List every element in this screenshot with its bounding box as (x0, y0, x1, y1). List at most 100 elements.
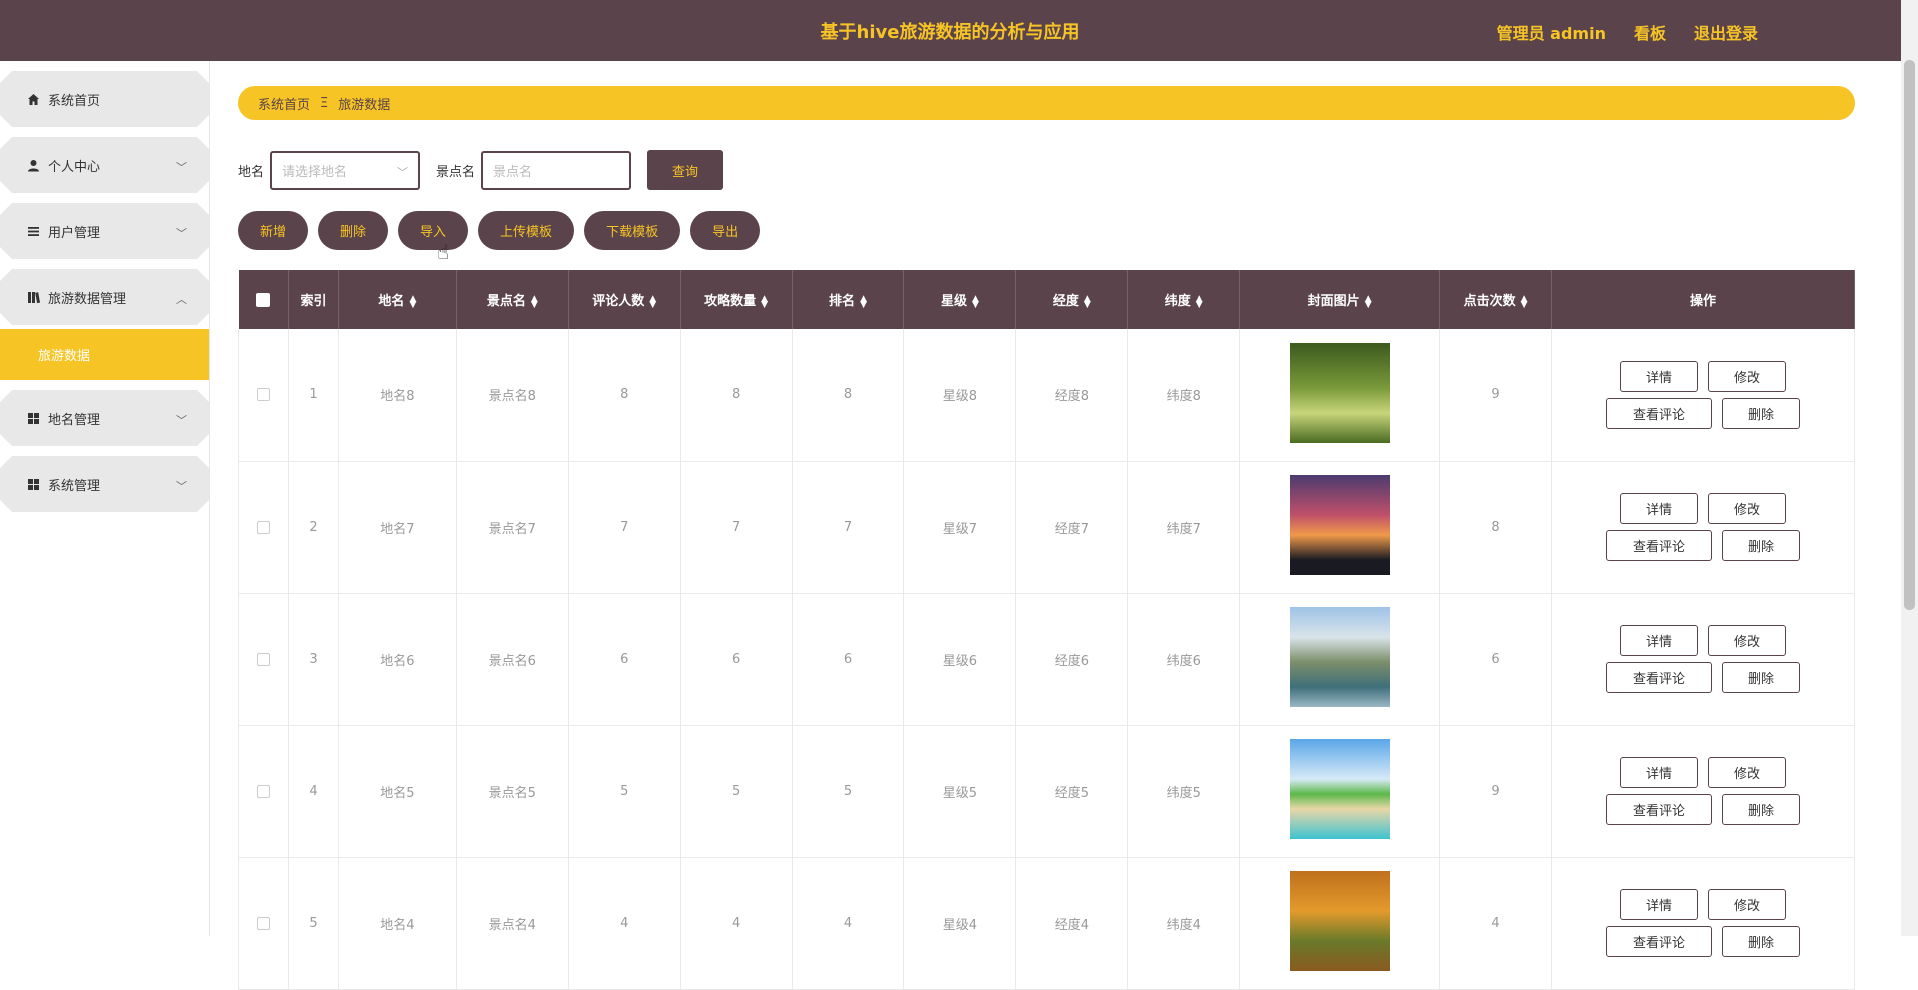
cell-clicks: 6 (1439, 593, 1552, 726)
table-row: 1 地名8 景点名8 8 8 8 星级8 经度8 纬度8 9 详情 修改 查看评论 删除 (238, 329, 1855, 462)
import-button[interactable]: 导入 (398, 211, 469, 250)
view-comments-button[interactable]: 查看评论 (1606, 397, 1712, 429)
board-link[interactable]: 看板 (1634, 20, 1666, 44)
detail-button[interactable]: 详情 (1620, 493, 1698, 524)
cell-index: 2 (288, 461, 339, 594)
sort-icon[interactable]: ▲ ▼ (649, 294, 656, 309)
sidebar-item-profile[interactable]: 个人中心 ﹀ (0, 137, 209, 193)
sidebar-item-users[interactable]: 用户管理 ﹀ (0, 203, 209, 259)
cover-image[interactable] (1289, 607, 1390, 707)
edit-button[interactable]: 修改 (1708, 625, 1786, 656)
row-delete-button[interactable]: 删除 (1722, 530, 1800, 561)
cell-rank: 5 (792, 725, 905, 858)
sidebar-item-places[interactable]: 地名管理 ﹀ (0, 390, 209, 446)
cell-clicks: 8 (1439, 461, 1552, 594)
col-header[interactable]: 封面图片 ▲ ▼ (1239, 270, 1441, 329)
table-header-row: 索引 地名 ▲ ▼ 景点名 ▲ ▼ 评论人数 ▲ ▼ 攻略数量 ▲ ▼ 排名 ▲ ▼ 星级 ▲ ▼ 经度… (238, 270, 1855, 329)
row-checkbox[interactable] (238, 461, 289, 594)
cover-image[interactable] (1289, 739, 1390, 839)
table-row: 4 地名5 景点名5 5 5 5 星级5 经度5 纬度5 9 详情 修改 查看评论 删除 (238, 725, 1855, 858)
detail-button[interactable]: 详情 (1620, 889, 1698, 920)
export-button[interactable]: 导出 (690, 211, 761, 250)
sidebar-subitem-travel-data[interactable]: 旅游数据 (0, 329, 209, 380)
row-checkbox[interactable] (238, 857, 289, 990)
cell-index: 5 (288, 857, 339, 990)
sidebar-item-label: 旅游数据管理 (48, 291, 127, 307)
edit-button[interactable]: 修改 (1708, 889, 1786, 920)
scrollbar-thumb[interactable] (1904, 60, 1915, 610)
col-header[interactable]: 地名 ▲ ▼ (338, 270, 457, 329)
sort-icon[interactable]: ▲ ▼ (761, 294, 768, 309)
col-header[interactable]: 点击次数 ▲ ▼ (1439, 270, 1552, 329)
view-comments-button[interactable]: 查看评论 (1606, 662, 1712, 693)
detail-button[interactable]: 详情 (1620, 625, 1698, 656)
place-select[interactable]: 请选择地名 ﹀ (270, 150, 421, 190)
cell-index: 1 (288, 329, 339, 462)
spot-input[interactable]: 景点名 (481, 150, 632, 190)
sidebar-item-system[interactable]: 系统管理 ﹀ (0, 456, 209, 512)
chevron-up-icon: ︿ (176, 293, 187, 306)
view-comments-button[interactable]: 查看评论 (1606, 794, 1712, 825)
cell-lng: 经度8 (1015, 329, 1129, 462)
chevron-down-icon: ﹀ (397, 165, 409, 179)
cover-image[interactable] (1289, 342, 1390, 443)
col-header[interactable]: 星级 ▲ ▼ (903, 270, 1017, 329)
sort-icon[interactable]: ▲ ▼ (1196, 294, 1203, 309)
row-delete-button[interactable]: 删除 (1722, 662, 1800, 693)
vertical-scrollbar[interactable] (1901, 0, 1918, 936)
sort-icon[interactable]: ▲ ▼ (972, 294, 979, 309)
col-header[interactable]: 景点名 ▲ ▼ (456, 270, 569, 329)
sidebar-item-home[interactable]: 系统首页 (0, 71, 209, 127)
hand-cursor-icon: ☝ (437, 240, 450, 264)
cell-lng: 经度6 (1015, 593, 1129, 726)
logout-link[interactable]: 退出登录 (1694, 20, 1758, 44)
top-bar: 基于hive旅游数据的分析与应用 管理员 admin 看板 退出登录 (0, 0, 1918, 61)
cell-rank: 8 (792, 329, 905, 462)
select-all-checkbox[interactable] (238, 270, 289, 329)
edit-button[interactable]: 修改 (1708, 360, 1786, 392)
row-delete-button[interactable]: 删除 (1722, 926, 1800, 957)
col-header[interactable]: 排名 ▲ ▼ (792, 270, 905, 329)
col-header[interactable]: 纬度 ▲ ▼ (1127, 270, 1241, 329)
table-row: 3 地名6 景点名6 6 6 6 星级6 经度6 纬度6 6 详情 修改 查看评论 删除 (238, 593, 1855, 726)
sort-icon[interactable]: ▲ ▼ (1365, 294, 1372, 309)
cell-comments: 5 (568, 725, 681, 858)
edit-button[interactable]: 修改 (1708, 493, 1786, 524)
sort-icon[interactable]: ▲ ▼ (1521, 294, 1528, 309)
row-delete-button[interactable]: 删除 (1722, 397, 1800, 429)
delete-button[interactable]: 删除 (318, 211, 389, 250)
sort-icon[interactable]: ▲ ▼ (409, 294, 416, 309)
download-template-button[interactable]: 下载模板 (584, 211, 681, 250)
add-button[interactable]: 新增 (238, 211, 309, 250)
sort-icon[interactable]: ▲ ▼ (860, 294, 867, 309)
cell-comments: 4 (568, 857, 681, 990)
cover-image[interactable] (1289, 871, 1390, 971)
col-header[interactable]: 经度 ▲ ▼ (1015, 270, 1129, 329)
cover-image[interactable] (1289, 475, 1390, 575)
cell-star: 星级6 (903, 593, 1017, 726)
sort-icon[interactable]: ▲ ▼ (1084, 294, 1091, 309)
cell-index: 4 (288, 725, 339, 858)
cell-cover (1239, 461, 1441, 594)
row-checkbox[interactable] (238, 593, 289, 726)
col-header[interactable]: 评论人数 ▲ ▼ (568, 270, 681, 329)
sidebar-item-travel-data[interactable]: 旅游数据管理 ︿ (0, 269, 209, 325)
row-checkbox[interactable] (238, 329, 289, 462)
user-icon (26, 158, 40, 172)
detail-button[interactable]: 详情 (1620, 757, 1698, 788)
detail-button[interactable]: 详情 (1620, 360, 1698, 392)
breadcrumb-home[interactable]: 系统首页 (258, 94, 310, 113)
cell-clicks: 4 (1439, 857, 1552, 990)
col-header[interactable]: 攻略数量 ▲ ▼ (680, 270, 793, 329)
view-comments-button[interactable]: 查看评论 (1606, 926, 1712, 957)
view-comments-button[interactable]: 查看评论 (1606, 530, 1712, 561)
query-button[interactable]: 查询 (647, 150, 724, 190)
sort-icon[interactable]: ▲ ▼ (531, 294, 538, 309)
cell-comments: 8 (568, 329, 681, 462)
admin-link[interactable]: 管理员 admin (1497, 20, 1606, 44)
upload-template-button[interactable]: 上传模板 (478, 211, 575, 250)
row-delete-button[interactable]: 删除 (1722, 794, 1800, 825)
row-checkbox[interactable] (238, 725, 289, 858)
edit-button[interactable]: 修改 (1708, 757, 1786, 788)
sidebar-item-label: 地名管理 (48, 412, 101, 428)
